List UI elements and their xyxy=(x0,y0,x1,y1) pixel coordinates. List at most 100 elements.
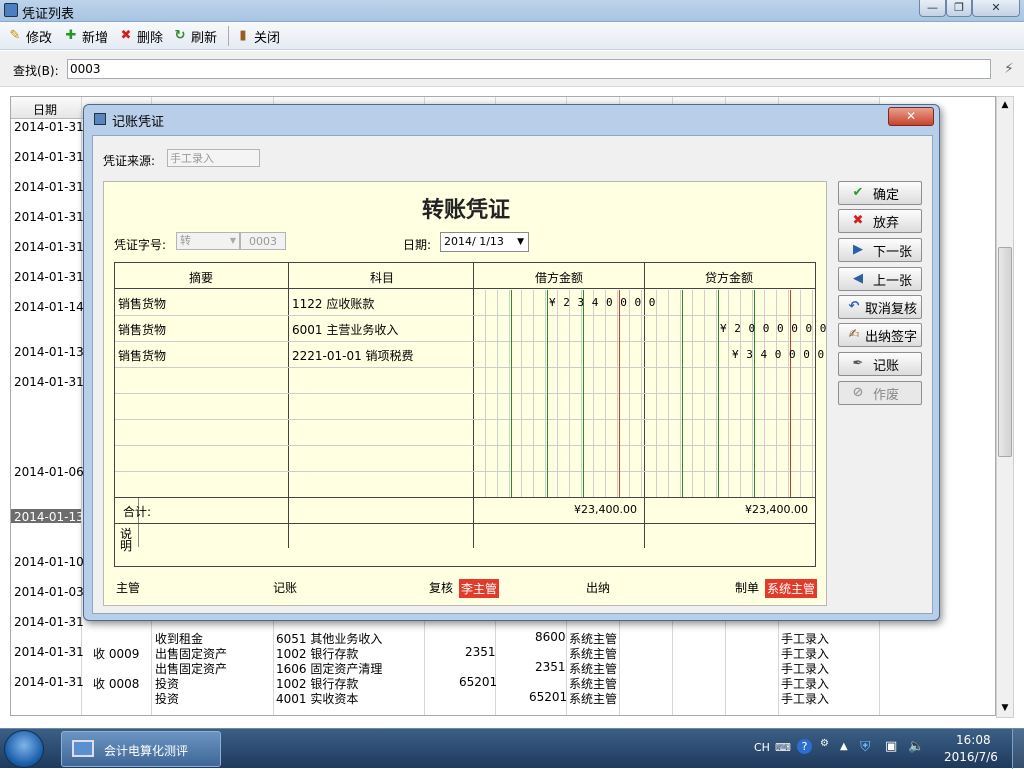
keyboard-icon[interactable]: ⌨ xyxy=(775,741,791,754)
total-label: 合计: xyxy=(123,505,152,519)
row-date: 2014-01-31 xyxy=(14,120,84,134)
minimize-button[interactable]: — xyxy=(919,0,946,17)
show-hidden-icons[interactable]: ▲ xyxy=(840,741,848,752)
show-desktop-button[interactable] xyxy=(1012,729,1024,769)
void-icon: ⊘ xyxy=(852,385,864,400)
row-date: 2014-01-31 xyxy=(14,375,84,389)
user-sign-icon: ✍ xyxy=(848,327,860,342)
date-picker[interactable]: 2014/ 1/13 ▼ xyxy=(440,232,529,252)
source-label: 凭证来源: xyxy=(103,154,156,168)
next-button[interactable]: ▶ 下一张 xyxy=(838,238,922,262)
vertical-scrollbar[interactable]: ▲ ▼ xyxy=(996,96,1014,718)
table-cell-credit: 65201 xyxy=(529,690,568,704)
row-date: 2014-01-06 xyxy=(14,465,84,479)
row-date: 2014-01-31 xyxy=(14,240,84,254)
entry-account[interactable]: 2221-01-01 销项税费 xyxy=(292,347,414,364)
chevron-down-icon: ▼ xyxy=(229,236,236,245)
row-date: 2014-01-13 xyxy=(14,510,84,524)
help-icon[interactable]: ? xyxy=(797,739,812,754)
post-button[interactable]: ✒ 记账 xyxy=(838,352,922,376)
add-button[interactable]: ✚ 新增 xyxy=(64,26,108,46)
scroll-up-arrow[interactable]: ▲ xyxy=(997,97,1013,114)
door-icon: ▮ xyxy=(239,28,247,43)
volume-icon[interactable]: 🔈 xyxy=(908,739,924,754)
table-cell-source: 手工录入 xyxy=(781,692,830,706)
dialog-close-button[interactable]: ✕ xyxy=(888,107,934,126)
dialog-body: 凭证来源: 转账凭证 凭证字号: 转 ▼ 日期: 2014/ 1/13 ▼ 摘要… xyxy=(92,135,933,614)
check-icon: ✔ xyxy=(852,185,864,200)
table-cell-number: 收 0009 xyxy=(93,647,140,661)
entry-account[interactable]: 6001 主营业务收入 xyxy=(292,321,398,338)
entry-credit[interactable]: ¥ 2 0 0 0 0 0 0 xyxy=(720,322,827,335)
clock-time[interactable]: 16:08 xyxy=(956,733,991,747)
bookkeep-label: 记账 xyxy=(273,581,298,595)
grid-header-date[interactable]: 日期 xyxy=(33,101,57,118)
unreview-button[interactable]: ↶ 取消复核 xyxy=(838,295,922,319)
cashier-label: 出纳 xyxy=(586,581,611,595)
app-icon xyxy=(4,3,18,17)
row-date: 2014-01-31 xyxy=(14,270,84,284)
total-debit: ¥23,400.00 xyxy=(574,503,637,516)
ok-button[interactable]: ✔ 确定 xyxy=(838,181,922,205)
voucher-dialog: 记账凭证 ✕ 凭证来源: 转账凭证 凭证字号: 转 ▼ 日期: 2014/ 1/… xyxy=(83,104,940,621)
toolbar: ✎ 修改 ✚ 新增 ✖ 删除 ↻ 刷新 ▮ 关闭 xyxy=(0,22,1024,50)
refresh-icon: ↻ xyxy=(174,28,186,43)
table-cell-credit: 2351 xyxy=(535,660,566,674)
supervisor-label: 主管 xyxy=(116,581,141,595)
row-date: 2014-01-31 xyxy=(14,180,84,194)
language-indicator[interactable]: CH xyxy=(754,741,770,754)
source-field xyxy=(167,149,260,167)
edit-icon: ✎ xyxy=(9,28,21,43)
voucher-form: 转账凭证 凭证字号: 转 ▼ 日期: 2014/ 1/13 ▼ 摘要 科目 借方… xyxy=(103,181,827,606)
cashier-sign-button[interactable]: ✍ 出纳签字 xyxy=(838,323,922,347)
tray-options-icon[interactable]: ⚙ xyxy=(820,738,829,749)
entry-summary[interactable]: 销售货物 xyxy=(118,347,166,364)
entry-summary[interactable]: 销售货物 xyxy=(118,295,166,312)
table-cell-debit: 65201 xyxy=(459,675,498,689)
header-debit: 借方金额 xyxy=(535,271,584,285)
filter-icon[interactable]: ⚡ xyxy=(1004,61,1014,77)
chevron-down-icon: ▼ xyxy=(517,237,524,247)
delete-icon: ✖ xyxy=(120,28,132,43)
plus-icon: ✚ xyxy=(65,28,77,43)
header-summary: 摘要 xyxy=(189,271,214,285)
row-date: 2014-01-14 xyxy=(14,300,84,314)
clock-date[interactable]: 2016/7/6 xyxy=(944,750,998,764)
arrow-left-icon: ◀ xyxy=(853,271,863,286)
delete-button[interactable]: ✖ 删除 xyxy=(119,26,163,46)
close-button[interactable]: ▮ 关闭 xyxy=(236,26,280,46)
table-cell-date: 2014-01-31 xyxy=(14,645,84,659)
voucher-word-label: 凭证字号: xyxy=(114,238,167,252)
prev-button[interactable]: ◀ 上一张 xyxy=(838,267,922,291)
close-window-button[interactable]: ✕ xyxy=(972,0,1020,17)
row-date: 2014-01-03 xyxy=(14,585,84,599)
row-date: 2014-01-10 xyxy=(14,555,84,569)
header-account: 科目 xyxy=(370,271,395,285)
cancel-button[interactable]: ✖ 放弃 xyxy=(838,209,922,233)
edit-button[interactable]: ✎ 修改 xyxy=(8,26,52,46)
voucher-title: 转账凭证 xyxy=(421,198,510,223)
device-icon[interactable]: ▣ xyxy=(885,739,897,754)
refresh-button[interactable]: ↻ 刷新 xyxy=(173,26,217,46)
table-cell-credit: 8600 xyxy=(535,630,566,644)
maximize-button[interactable]: ❐ xyxy=(946,0,972,17)
entry-debit[interactable]: ¥ 2 3 4 0 0 0 0 xyxy=(549,296,656,309)
entry-summary[interactable]: 销售货物 xyxy=(118,321,166,338)
row-date: 2014-01-31 xyxy=(14,615,84,629)
shield-icon[interactable]: ⛨ xyxy=(860,739,871,755)
pen-icon: ✒ xyxy=(852,356,864,371)
date-label: 日期: xyxy=(403,238,432,252)
scroll-thumb[interactable] xyxy=(998,247,1012,457)
table-cell-debit: 2351 xyxy=(465,645,496,659)
table-cell-summary: 投资 xyxy=(155,692,180,706)
header-credit: 贷方金额 xyxy=(705,271,754,285)
dialog-icon xyxy=(94,113,106,125)
window-titlebar: 凭证列表 — ❐ ✕ xyxy=(0,0,1024,22)
entry-account[interactable]: 1122 应收账款 xyxy=(292,295,374,312)
search-input[interactable] xyxy=(67,59,991,79)
entry-credit[interactable]: ¥ 3 4 0 0 0 0 xyxy=(732,348,825,361)
taskbar-app-button[interactable]: 会计电算化测评 xyxy=(61,731,221,767)
start-button[interactable] xyxy=(4,730,44,768)
window-title: 凭证列表 xyxy=(22,7,75,22)
scroll-down-arrow[interactable]: ▼ xyxy=(997,700,1013,717)
